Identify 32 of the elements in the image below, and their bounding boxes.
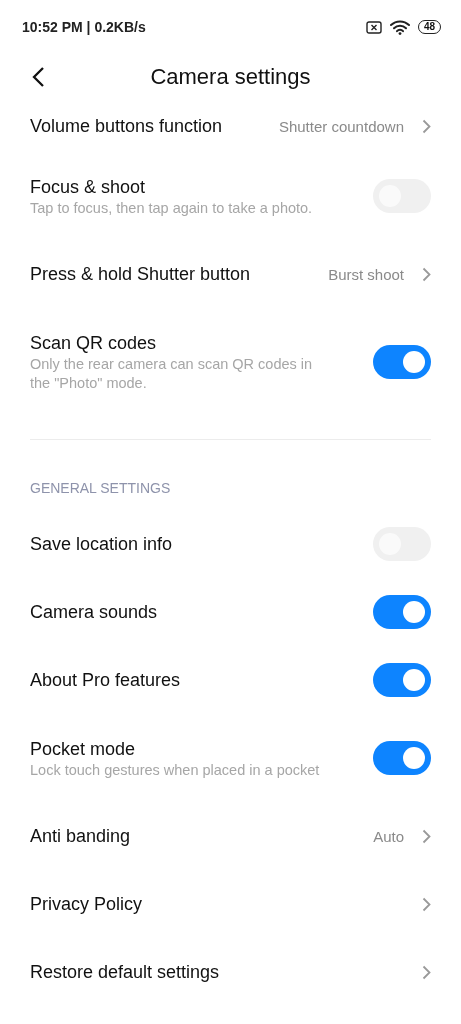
chevron-right-icon[interactable] (422, 828, 431, 844)
setting-description: Only the rear camera can scan QR codes in the "Photo" mode. (30, 355, 314, 393)
toggle-switch[interactable] (373, 345, 431, 379)
setting-value: Shutter countdown (278, 117, 404, 135)
setting-title[interactable]: Anti banding (30, 824, 131, 848)
chevron-right-icon[interactable] (422, 118, 431, 134)
status-time: 10:52 PM | 0.2KB/s (22, 19, 146, 35)
toggle-switch[interactable] (373, 741, 431, 775)
setting-title[interactable]: Camera sounds (30, 600, 158, 624)
setting-value: Auto (373, 827, 404, 845)
setting-description: Tap to focus, then tap again to take a photo. (30, 198, 313, 218)
setting-title[interactable]: Scan QR codes (30, 331, 157, 355)
chevron-right-icon[interactable] (422, 266, 431, 282)
setting-title[interactable]: Press & hold Shutter button (30, 262, 251, 286)
chevron-right-icon[interactable] (422, 896, 431, 912)
setting-title[interactable]: Restore default settings (30, 960, 220, 984)
setting-title[interactable]: Save location info (30, 532, 173, 556)
toggle-switch[interactable] (373, 663, 431, 697)
page-title: Camera settings (149, 64, 312, 90)
setting-title[interactable]: Pocket mode (30, 736, 136, 761)
sim-off-icon (365, 20, 382, 34)
setting-title[interactable]: Focus & shoot (30, 174, 146, 199)
back-icon[interactable] (31, 66, 45, 88)
setting-description: Lock touch gestures when placed in a pocket (30, 760, 320, 780)
setting-title[interactable]: About Pro features (30, 668, 181, 692)
setting-title[interactable]: Volume buttons function (30, 114, 223, 138)
section-heading: GENERAL SETTINGS (29, 479, 172, 498)
setting-value: Burst shoot (328, 265, 404, 283)
wifi-icon (389, 19, 410, 35)
setting-title[interactable]: Privacy Policy (30, 892, 143, 916)
toggle-switch[interactable] (373, 595, 431, 629)
chevron-right-icon[interactable] (422, 964, 431, 980)
